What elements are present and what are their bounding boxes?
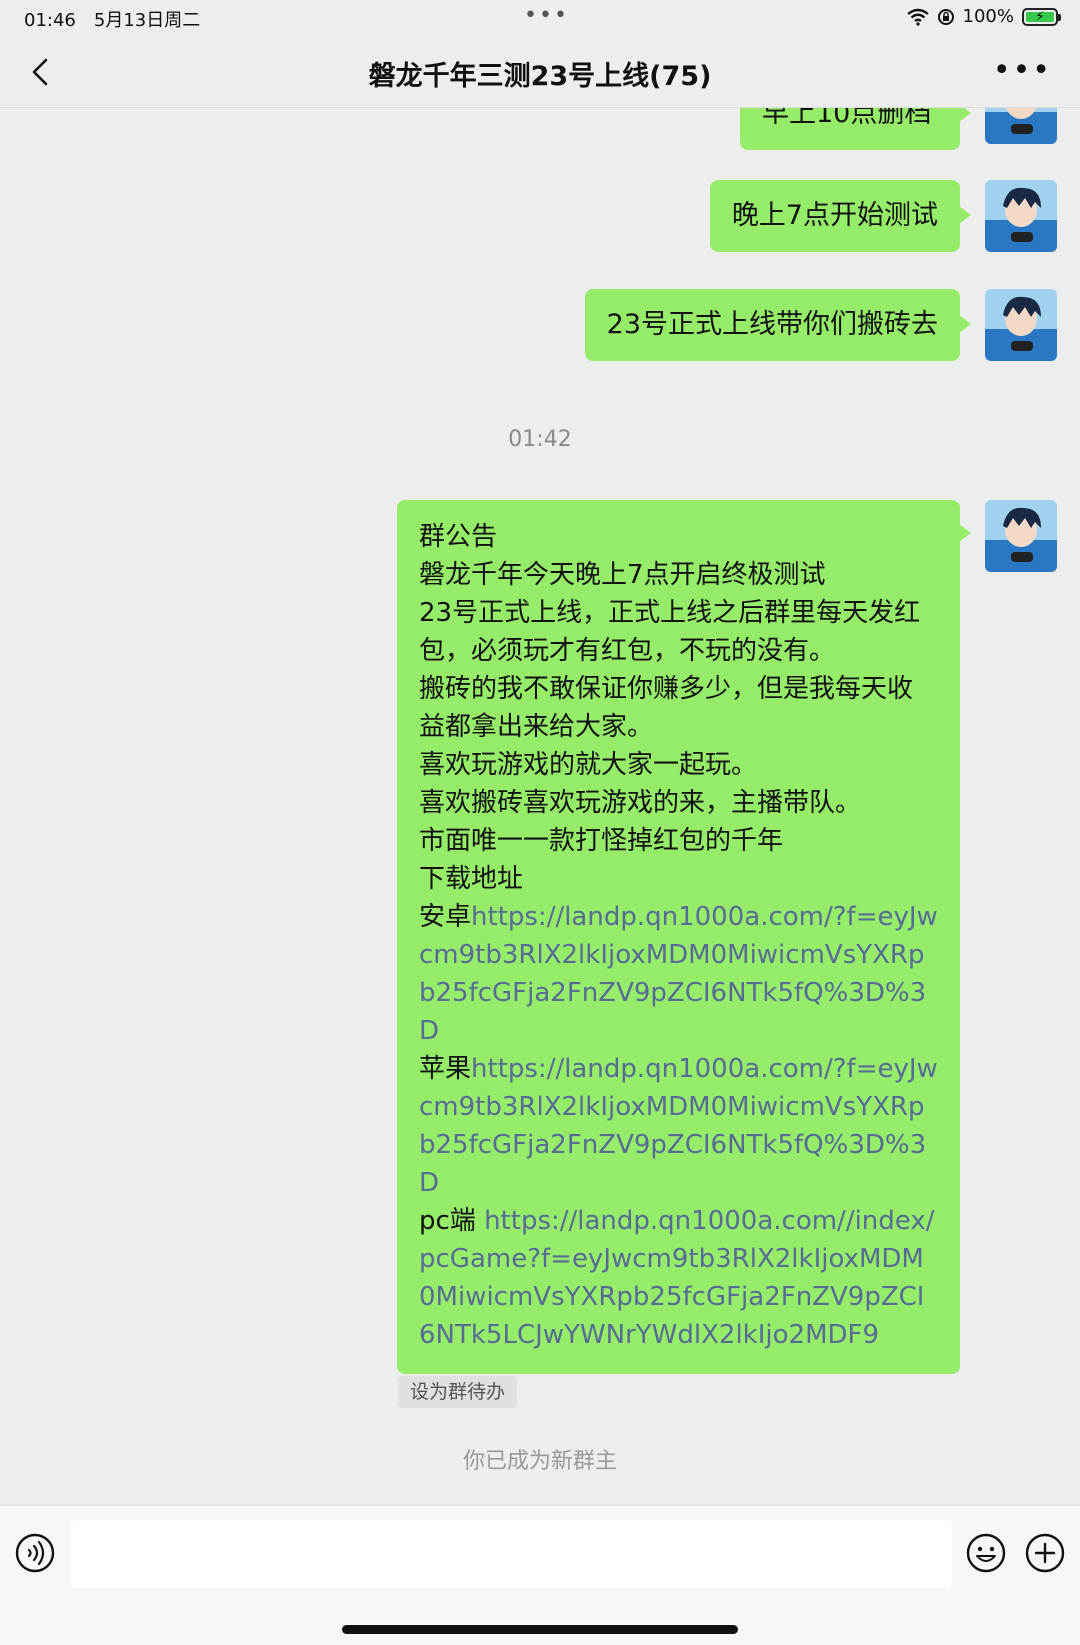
message-bubble[interactable]: 23号正式上线带你们搬砖去 xyxy=(584,289,972,361)
announcement-line: 群公告 xyxy=(419,522,498,552)
avatar[interactable] xyxy=(985,289,1057,361)
announcement-line: 喜欢玩游戏的就大家一起玩。 xyxy=(419,750,758,780)
wifi-icon xyxy=(906,8,929,26)
avatar[interactable] xyxy=(985,500,1057,572)
more-icon[interactable]: ••• xyxy=(993,56,1052,86)
status-date: 5月13日周二 xyxy=(93,10,201,31)
chat-nav-bar: 磐龙千年三测23号上线(75) ••• xyxy=(0,36,1080,108)
status-time-date: 01:46 5月13日周二 xyxy=(24,6,218,32)
orientation-lock-icon xyxy=(937,8,954,25)
chat-title: 磐龙千年三测23号上线(75) xyxy=(368,61,712,92)
pc-download-link[interactable]: https://landp.qn1000a.com//index/pcGame?… xyxy=(419,1206,934,1350)
plus-icon[interactable] xyxy=(1024,1532,1066,1574)
avatar[interactable] xyxy=(985,180,1057,252)
battery-percent: 100% xyxy=(962,6,1014,27)
pc-download-line: pc端 https://landp.qn1000a.com//index/pcG… xyxy=(419,1202,938,1354)
avatar-image xyxy=(985,289,1057,361)
group-announcement-bubble[interactable]: 群公告 磐龙千年今天晚上7点开启终极测试 23号正式上线，正式上线之后群里每天发… xyxy=(397,500,971,1374)
voice-icon[interactable] xyxy=(14,1532,56,1574)
set-group-todo-button[interactable]: 设为群待办 xyxy=(398,1376,518,1408)
emoji-icon[interactable] xyxy=(965,1532,1007,1574)
message-text: 23号正式上线带你们搬砖去 xyxy=(606,309,938,340)
message-bubble[interactable]: 晚上7点开始测试 xyxy=(709,180,972,252)
message-input[interactable] xyxy=(70,1520,952,1588)
ios-label: 苹果 xyxy=(419,1054,472,1084)
status-indicators: 100% ⚡ xyxy=(906,6,1061,27)
message-input-bar xyxy=(0,1505,1080,1645)
message-timestamp: 01:42 xyxy=(508,427,572,452)
android-download-link[interactable]: https://landp.qn1000a.com/?f=eyJwcm9tb3R… xyxy=(419,902,938,1046)
avatar-image xyxy=(985,180,1057,252)
ios-download-line: 苹果https://landp.qn1000a.com/?f=eyJwcm9tb… xyxy=(419,1050,938,1202)
battery-icon: ⚡ xyxy=(1022,7,1061,26)
system-message: 你已成为新群主 xyxy=(462,1449,617,1474)
announcement-line: 23号正式上线，正式上线之后群里每天发红包，必须玩才有红包，不玩的没有。 xyxy=(419,598,921,666)
avatar-image xyxy=(985,500,1057,572)
announcement-line: 磐龙千年今天晚上7点开启终极测试 xyxy=(419,560,826,590)
announcement-line: 喜欢搬砖喜欢玩游戏的来，主播带队。 xyxy=(419,788,862,818)
announcement-line: 搬砖的我不敢保证你赚多少，但是我每天收益都拿出来给大家。 xyxy=(419,674,914,742)
android-label: 安卓 xyxy=(419,902,472,932)
android-download-line: 安卓https://landp.qn1000a.com/?f=eyJwcm9tb… xyxy=(419,898,938,1050)
home-indicator[interactable] xyxy=(342,1625,738,1634)
message-text: 晚上7点开始测试 xyxy=(731,200,938,231)
ios-download-link[interactable]: https://landp.qn1000a.com/?f=eyJwcm9tb3R… xyxy=(419,1054,938,1198)
announcement-line: 下载地址 xyxy=(419,864,524,894)
chat-area[interactable]: 早上10点删档 晚上7点开始测试 23号正式上线带你们搬砖去 01:42 群公告… xyxy=(0,0,1080,1505)
multitask-dots-icon[interactable]: ••• xyxy=(524,5,569,27)
status-bar: 01:46 5月13日周二 ••• 100% ⚡ xyxy=(0,0,1080,36)
status-time: 01:46 xyxy=(24,10,76,31)
announcement-line: 市面唯一一款打怪掉红包的千年 xyxy=(419,826,784,856)
pc-label: pc端 xyxy=(419,1206,485,1236)
